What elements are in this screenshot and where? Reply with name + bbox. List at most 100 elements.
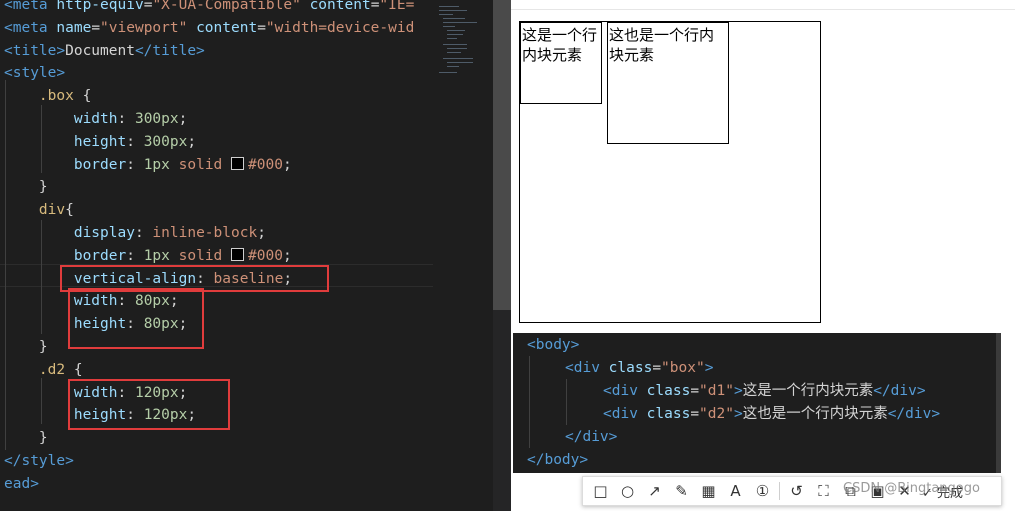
code-token: >: [733, 383, 743, 399]
watermark: CSDN @Bingtangogo: [843, 481, 980, 496]
code-token: "box": [661, 360, 705, 376]
code-token: display: [73, 225, 135, 241]
code-line: .box {: [4, 85, 91, 108]
code-token: :: [126, 247, 144, 264]
code-line: </style>: [4, 450, 74, 473]
highlight-box-size-120: [68, 379, 230, 430]
code-token: .box: [38, 88, 74, 105]
code-line: ead>: [4, 473, 39, 496]
code-token: div: [38, 202, 66, 219]
mosaic-tool-icon[interactable]: ▦: [695, 478, 722, 504]
toolbar-divider: [779, 482, 780, 500]
code-token: <meta: [4, 0, 57, 13]
code-line: <meta name="viewport" content="width=dev…: [4, 17, 414, 40]
code-token: width: [73, 111, 118, 127]
code-token: content: [309, 0, 371, 13]
undo-icon[interactable]: ↺: [783, 478, 810, 504]
pen-tool-icon[interactable]: ✎: [668, 478, 695, 504]
ellipse-tool-icon[interactable]: ○: [614, 478, 641, 504]
code-token: class: [608, 360, 653, 376]
code-token: ;: [282, 156, 292, 173]
code-token: 这是一个行内块元素: [742, 383, 874, 399]
snippet-line: </div>: [565, 426, 617, 449]
code-line: <meta http-equiv="X-UA-Compatible" conte…: [4, 0, 414, 17]
code-token: ;: [187, 133, 197, 150]
ocr-icon[interactable]: ⛶: [810, 478, 837, 504]
code-token: </div>: [887, 406, 941, 422]
code-token: {: [73, 88, 92, 105]
number-tool-icon[interactable]: ①: [749, 478, 776, 504]
code-token: class: [646, 406, 691, 422]
snippet-line: <div class="d1">这是一个行内块元素</div>: [603, 380, 926, 403]
code-line: <title>Document</title>: [4, 40, 205, 63]
code-line: border: 1px solid #000;: [4, 154, 292, 177]
code-token: 1px: [143, 156, 170, 173]
code-token: :: [117, 111, 135, 127]
inline-block-d2: 这也是一个行内块元素: [607, 22, 729, 144]
code-token: </div>: [873, 383, 926, 399]
code-token: solid: [178, 247, 232, 264]
code-token: <div: [565, 360, 609, 376]
html-snippet-panel: <body> <div class="box"> <div class="d1">这…: [513, 333, 1001, 473]
code-line: <style>: [4, 62, 65, 85]
preview-top-border: [511, 9, 1015, 10]
snippet-line: </body>: [527, 449, 588, 472]
code-token: =: [690, 406, 700, 422]
code-token: #000: [248, 156, 283, 173]
code-token: content: [196, 19, 258, 36]
text-tool-icon[interactable]: A: [722, 478, 749, 504]
code-token: "viewport": [100, 19, 197, 36]
code-token: 这也是一个行内块元素: [742, 406, 888, 422]
code-token: </div>: [565, 429, 618, 445]
code-token: class: [646, 383, 691, 399]
snippet-line: <body>: [527, 334, 579, 357]
code-token: ead>: [4, 475, 39, 492]
code-token: <div: [603, 406, 647, 422]
rectangle-tool-icon[interactable]: □: [587, 478, 614, 504]
code-token: 1px: [143, 247, 170, 264]
code-token: {: [65, 361, 83, 378]
code-line: height: 300px;: [4, 131, 196, 154]
color-swatch-icon: [231, 247, 245, 261]
code-line: width: 300px;: [4, 108, 188, 131]
code-token: }: [4, 430, 48, 447]
code-token: http-equiv: [56, 0, 144, 13]
code-token: </body>: [527, 452, 589, 468]
editor-scroll-thumb[interactable]: [493, 0, 511, 310]
code-line: }: [4, 427, 48, 450]
highlight-box-size-80: [68, 288, 204, 349]
code-token: :: [126, 133, 144, 150]
code-token: </title>: [134, 42, 205, 59]
code-token: <meta: [4, 19, 57, 36]
code-token: inline-block: [152, 225, 258, 241]
minimap[interactable]: [433, 0, 493, 511]
code-token: <style>: [4, 65, 66, 82]
code-token: "IE=: [379, 0, 415, 13]
code-token: "width=device-wid: [265, 19, 415, 36]
code-token: border: [73, 247, 127, 264]
code-token: ;: [282, 247, 292, 264]
code-token: ;: [257, 225, 266, 241]
code-token: 300px: [143, 133, 188, 150]
snippet-line: <div class="d2">这也是一个行内块元素</div>: [603, 403, 940, 426]
code-token: solid: [178, 156, 232, 173]
code-token: height: [73, 133, 127, 150]
code-token: <title>: [4, 42, 66, 59]
code-token: }: [4, 179, 48, 196]
code-editor[interactable]: <meta http-equiv = "X-UA-Compatible" conte…: [0, 0, 433, 511]
arrow-tool-icon[interactable]: ↗: [641, 478, 668, 504]
code-token: :: [134, 225, 153, 241]
code-line: }: [4, 176, 48, 199]
code-line: div{: [4, 199, 74, 222]
code-token: .d2: [38, 361, 66, 378]
